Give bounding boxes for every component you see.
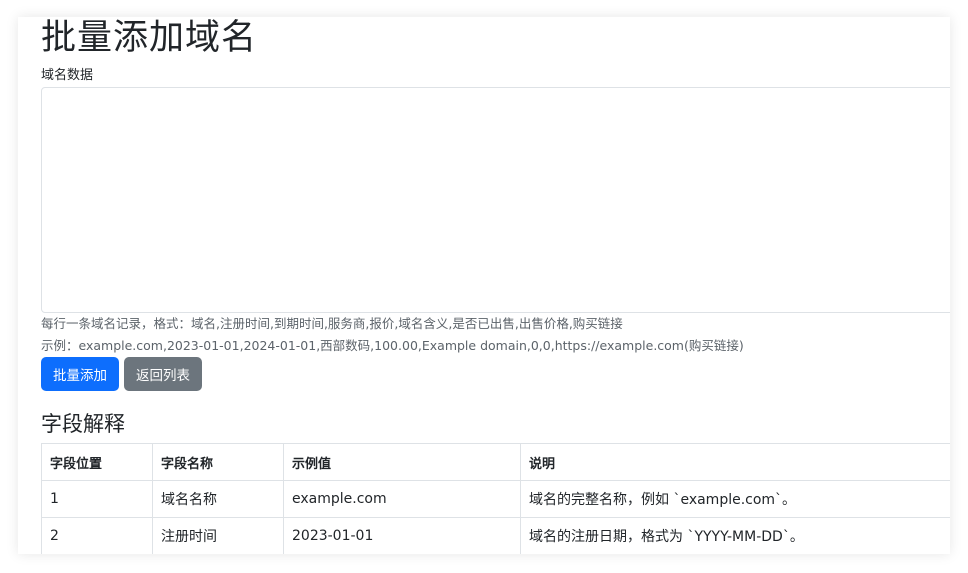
cell-description: 域名的注册日期，格式为 `YYYY-MM-DD`。 (520, 517, 950, 554)
table-row: 1 域名名称 example.com 域名的完整名称，例如 `example.c… (41, 480, 950, 518)
field-explanation-title: 字段解释 (41, 412, 125, 436)
action-buttons: 批量添加 返回列表 (41, 357, 950, 391)
back-to-list-button[interactable]: 返回列表 (124, 357, 202, 391)
page-container: 批量添加域名 域名数据 每行一条域名记录，格式：域名,注册时间,到期时间,服务商… (18, 17, 950, 554)
cell-example: 2023-01-01 (283, 517, 521, 554)
cell-field-name: 域名名称 (152, 480, 284, 518)
batch-add-button[interactable]: 批量添加 (41, 357, 119, 391)
domain-data-label: 域名数据 (41, 68, 94, 83)
cell-example: example.com (283, 480, 521, 518)
header-example-value: 示例值 (283, 443, 521, 481)
format-help-text: 每行一条域名记录，格式：域名,注册时间,到期时间,服务商,报价,域名含义,是否已… (41, 316, 623, 331)
table-header-row: 字段位置 字段名称 示例值 说明 (41, 443, 950, 481)
header-field-name: 字段名称 (152, 443, 284, 481)
header-description: 说明 (520, 443, 950, 481)
example-help-text: 示例：example.com,2023-01-01,2024-01-01,西部数… (41, 338, 744, 353)
cell-position: 1 (41, 480, 153, 518)
header-field-position: 字段位置 (41, 443, 153, 481)
cell-description: 域名的完整名称，例如 `example.com`。 (520, 480, 950, 518)
cell-position: 2 (41, 517, 153, 554)
table-row: 2 注册时间 2023-01-01 域名的注册日期，格式为 `YYYY-MM-D… (41, 517, 950, 554)
domain-data-textarea[interactable] (41, 87, 950, 313)
field-explanation-table: 字段位置 字段名称 示例值 说明 1 域名名称 example.com 域名的完… (41, 443, 950, 554)
cell-field-name: 注册时间 (152, 517, 284, 554)
main-content: 批量添加域名 域名数据 每行一条域名记录，格式：域名,注册时间,到期时间,服务商… (41, 17, 950, 554)
page-title: 批量添加域名 (41, 18, 258, 58)
